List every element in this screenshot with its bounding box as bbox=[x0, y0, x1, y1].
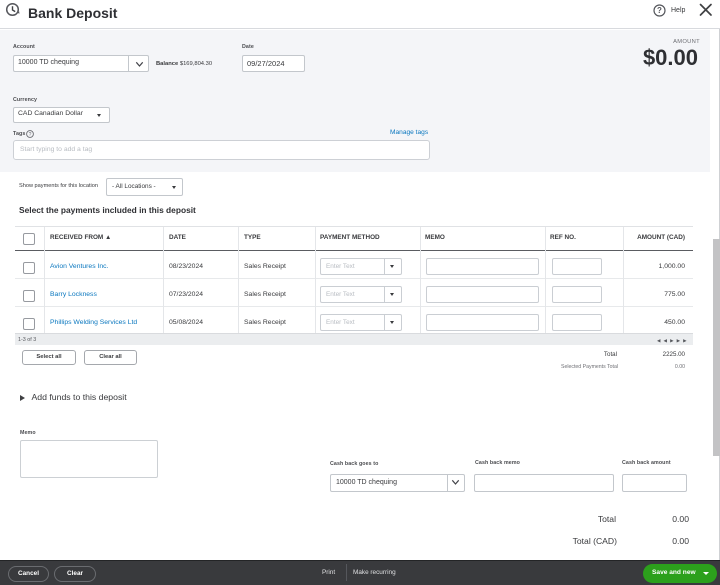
svg-text:?: ? bbox=[29, 132, 32, 138]
svg-text:?: ? bbox=[657, 6, 662, 15]
